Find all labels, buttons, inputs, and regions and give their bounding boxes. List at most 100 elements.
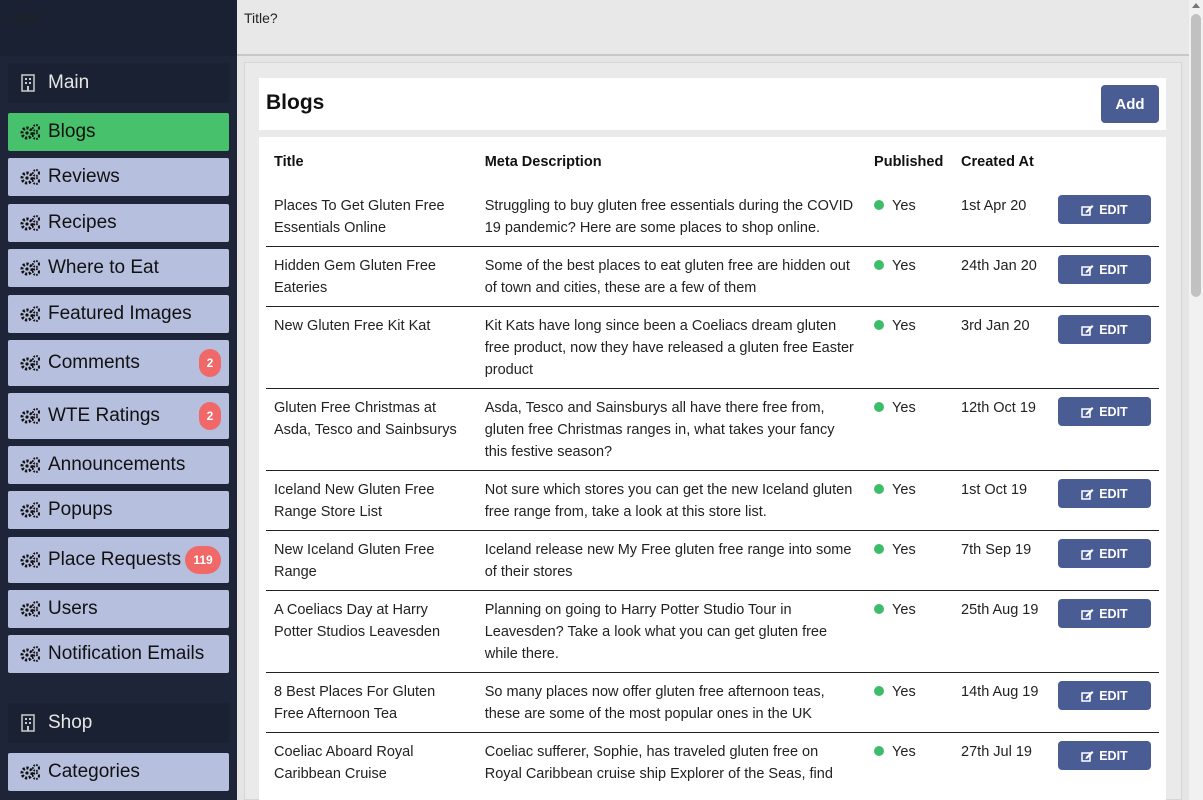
edit-button[interactable]: EDIT	[1057, 681, 1151, 710]
published-status-dot-icon	[874, 544, 885, 555]
sidebar-item-comments[interactable]: Comments 2	[8, 340, 229, 386]
cell-actions: EDIT	[1049, 246, 1159, 307]
cell-published: Yes	[866, 246, 954, 307]
sidebar-item-popups[interactable]: Popups	[8, 491, 229, 529]
edit-icon	[1081, 608, 1094, 620]
scroll-up-arrow-icon[interactable]	[1192, 3, 1200, 8]
table-row: Hidden Gem Gluten Free Eateries Some of t…	[266, 246, 1159, 307]
cogs-icon	[20, 601, 42, 617]
cell-actions: EDIT	[1049, 470, 1159, 531]
published-value: Yes	[892, 542, 916, 558]
table-row: A Coeliacs Day at Harry Potter Studios L…	[266, 590, 1159, 673]
edit-button[interactable]: EDIT	[1057, 195, 1151, 224]
sidebar-item-featured-images[interactable]: Featured Images	[8, 295, 229, 333]
cell-created-at: 7th Sep 19	[953, 530, 1050, 591]
sidebar-item-recipes[interactable]: Recipes	[8, 204, 229, 242]
sidebar-item-blogs[interactable]: Blogs	[8, 113, 229, 151]
sidebar-item-label: Announcements	[48, 454, 186, 475]
add-button[interactable]: Add	[1101, 85, 1159, 123]
sidebar-item-wte-ratings[interactable]: WTE Ratings 2	[8, 393, 229, 439]
sidebar-item-place-requests[interactable]: Place Requests 119	[8, 537, 229, 583]
published-status-dot-icon	[874, 604, 885, 615]
sidebar: Logo Main Blogs Reviews Recipes Where to…	[0, 0, 237, 800]
published-status-dot-icon	[874, 746, 885, 757]
cell-title: A Coeliacs Day at Harry Potter Studios L…	[266, 590, 477, 673]
edit-button[interactable]: EDIT	[1057, 539, 1151, 568]
published-value: Yes	[892, 258, 916, 274]
cell-created-at: 27th Jul 19	[961, 744, 1032, 760]
cell-created-at: 1st Apr 20	[953, 187, 1050, 247]
cell-published: Yes	[866, 672, 954, 733]
edit-button[interactable]: EDIT	[1057, 397, 1151, 426]
edit-icon	[1081, 204, 1094, 216]
cell-title: Iceland New Gluten Free Range Store List	[266, 470, 477, 531]
cogs-icon	[20, 764, 42, 780]
edit-button[interactable]: EDIT	[1057, 479, 1151, 508]
edit-button-label: EDIT	[1099, 486, 1128, 501]
cell-title: Hidden Gem Gluten Free Eateries	[266, 246, 477, 307]
edit-button[interactable]: EDIT	[1057, 255, 1151, 284]
table-row: 8 Best Places For Gluten Free Afternoon …	[266, 672, 1159, 733]
cell-actions: EDIT	[1049, 306, 1159, 389]
column-header-actions	[1050, 137, 1159, 187]
cell-meta-description: Struggling to buy gluten free essentials…	[476, 187, 867, 247]
cell-actions: EDIT	[1049, 187, 1159, 247]
edit-button-label: EDIT	[1099, 202, 1128, 217]
blogs-table-container: Title Meta Description Published Created…	[259, 137, 1166, 800]
cell-title: Gluten Free Christmas at Asda, Tesco and…	[266, 388, 477, 471]
cell-created-at: 12th Oct 19	[953, 388, 1050, 471]
edit-button-label: EDIT	[1099, 748, 1128, 763]
sidebar-item-where-to-eat[interactable]: Where to Eat	[8, 249, 229, 287]
table-row: Gluten Free Christmas at Asda, Tesco and…	[266, 388, 1159, 471]
sidebar-item-label: WTE Ratings	[48, 405, 160, 426]
published-value: Yes	[892, 744, 916, 760]
edit-icon	[1081, 264, 1094, 276]
cogs-icon	[20, 169, 42, 185]
sidebar-item-reviews[interactable]: Reviews	[8, 158, 229, 196]
edit-icon	[1081, 750, 1094, 762]
blogs-table: Title Meta Description Published Created…	[266, 137, 1159, 792]
cell-actions: EDIT	[1049, 672, 1159, 733]
logo[interactable]: Logo	[0, 0, 237, 56]
cell-meta-description: Coeliac sufferer, Sophie, has traveled g…	[484, 744, 833, 782]
sidebar-item-label: Where to Eat	[48, 257, 159, 278]
cell-title: New Gluten Free Kit Kat	[266, 306, 477, 389]
section-heading: Blogs	[266, 91, 325, 114]
published-status-dot-icon	[874, 484, 885, 495]
edit-button[interactable]: EDIT	[1057, 741, 1151, 770]
published-value: Yes	[892, 684, 916, 700]
sidebar-item-categories[interactable]: Categories	[8, 753, 229, 791]
scrollbar-thumb[interactable]	[1191, 14, 1201, 297]
table-row: Iceland New Gluten Free Range Store List…	[266, 470, 1159, 531]
cell-meta-description: Asda, Tesco and Sainsburys all have ther…	[476, 388, 867, 471]
edit-icon	[1081, 406, 1094, 418]
cogs-icon	[20, 457, 42, 473]
cell-published: Yes	[866, 306, 954, 389]
cell-created-at: 3rd Jan 20	[953, 306, 1050, 389]
cell-created-at: 24th Jan 20	[953, 246, 1050, 307]
sidebar-section-shop[interactable]: Shop	[8, 703, 229, 743]
published-value: Yes	[892, 318, 916, 334]
sidebar-item-users[interactable]: Users	[8, 590, 229, 628]
cell-meta-description: Not sure which stores you can get the ne…	[476, 470, 867, 531]
vertical-scrollbar[interactable]	[1189, 0, 1203, 800]
sidebar-item-label: Categories	[48, 761, 140, 782]
cell-title: Coeliac Aboard Royal Caribbean Cruise	[274, 744, 414, 782]
comments-count-badge: 2	[199, 349, 221, 377]
cell-actions: EDIT	[1050, 733, 1159, 793]
edit-button[interactable]: EDIT	[1057, 599, 1151, 628]
sidebar-item-label: Notification Emails	[48, 643, 205, 664]
sidebar-section-main[interactable]: Main	[8, 63, 229, 103]
edit-button-label: EDIT	[1099, 688, 1128, 703]
cell-published: Yes	[866, 590, 954, 673]
published-status-dot-icon	[874, 686, 885, 697]
edit-button[interactable]: EDIT	[1057, 315, 1151, 344]
sidebar-item-notification-emails[interactable]: Notification Emails	[8, 635, 229, 673]
sidebar-item-label: Place Requests	[48, 549, 182, 570]
table-row: New Gluten Free Kit Kat Kit Kats have lon…	[266, 306, 1159, 389]
sidebar-item-label: Recipes	[48, 212, 117, 233]
sidebar-item-announcements[interactable]: Announcements	[8, 446, 229, 484]
panel-header: Blogs Add	[259, 78, 1166, 130]
published-value: Yes	[892, 400, 916, 416]
edit-icon	[1081, 488, 1094, 500]
